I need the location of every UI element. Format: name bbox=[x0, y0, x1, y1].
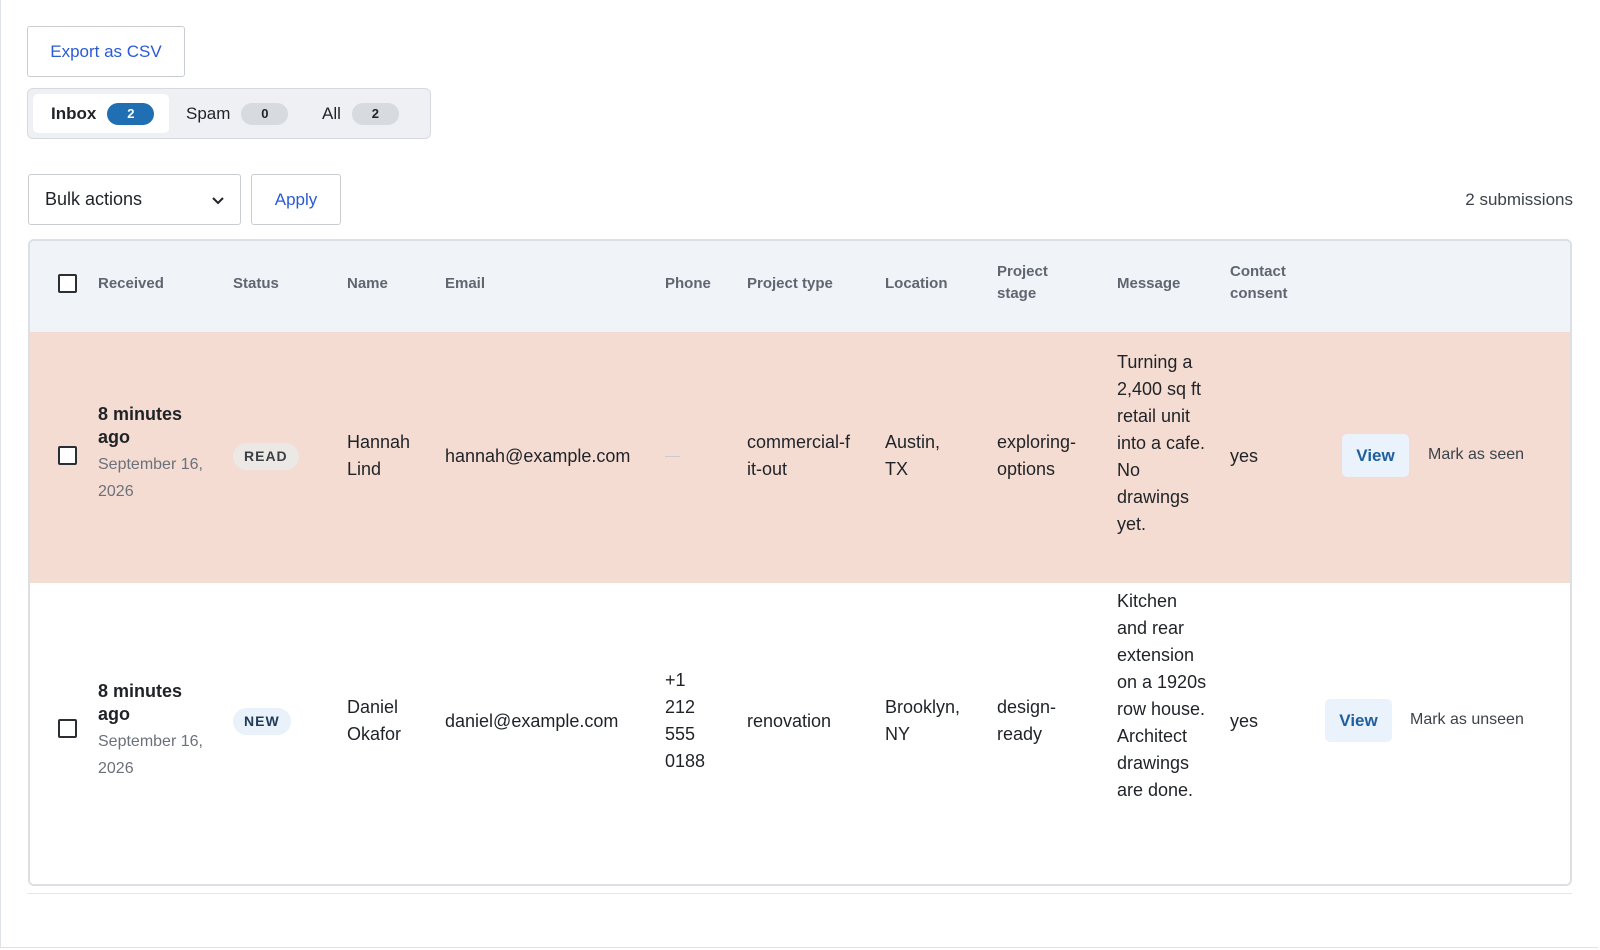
tab-spam-label: Spam bbox=[186, 103, 231, 123]
row-checkbox[interactable] bbox=[58, 719, 77, 738]
message-cell: Kitchen and rear extension on a 1920s ro… bbox=[1117, 591, 1207, 800]
tab-all[interactable]: All 2 bbox=[304, 94, 426, 133]
chevron-down-icon bbox=[212, 197, 224, 205]
filter-tabs: Inbox 2 Spam 0 All 2 bbox=[27, 88, 431, 139]
message-cell: Turning a 2,400 sq ft retail unit into a… bbox=[1117, 352, 1206, 534]
email-cell: hannah@example.com bbox=[445, 446, 631, 466]
tab-inbox[interactable]: Inbox 2 bbox=[33, 94, 169, 133]
col-contact-consent-line2: consent bbox=[1230, 285, 1288, 302]
status-badge: READ bbox=[233, 443, 299, 470]
col-status[interactable]: Status bbox=[233, 273, 279, 295]
location-cell: Austin, TX bbox=[885, 432, 941, 479]
apply-button[interactable]: Apply bbox=[251, 174, 341, 225]
bulk-actions-select[interactable]: Bulk actions bbox=[28, 174, 241, 225]
col-project-stage[interactable]: Project stage bbox=[997, 261, 1048, 305]
received-date: September 16, 2026 bbox=[98, 456, 203, 500]
tab-inbox-count: 2 bbox=[107, 102, 155, 125]
view-button[interactable]: View bbox=[1342, 434, 1409, 477]
project-type-cell: commercial-fit-out bbox=[747, 432, 851, 479]
col-project-stage-line1: Project bbox=[997, 263, 1048, 280]
col-project-stage-line2: stage bbox=[997, 285, 1037, 302]
col-location[interactable]: Location bbox=[885, 273, 948, 295]
export-csv-button[interactable]: Export as CSV bbox=[27, 26, 185, 77]
consent-cell: yes bbox=[1230, 711, 1259, 731]
tab-all-count: 2 bbox=[351, 102, 399, 125]
phone-cell: +1 212 555 0188 bbox=[665, 670, 706, 771]
consent-cell: yes bbox=[1230, 446, 1259, 466]
name-cell: Hannah Lind bbox=[347, 432, 411, 479]
tab-all-label: All bbox=[322, 103, 341, 123]
row-checkbox[interactable] bbox=[58, 446, 77, 465]
col-project-type[interactable]: Project type bbox=[747, 273, 833, 295]
submissions-table: Received Status Name Email Phone Project… bbox=[28, 239, 1572, 886]
received-relative: 8 minutes ago bbox=[98, 404, 183, 447]
phone-empty bbox=[665, 456, 680, 457]
col-phone[interactable]: Phone bbox=[665, 273, 711, 295]
submission-count: 2 submissions bbox=[1465, 190, 1573, 209]
mark-as-unseen-button[interactable]: Mark as unseen bbox=[1410, 711, 1524, 729]
mark-as-seen-button[interactable]: Mark as seen bbox=[1428, 446, 1524, 464]
tab-spam-count: 0 bbox=[241, 102, 289, 125]
select-all-checkbox[interactable] bbox=[58, 274, 77, 293]
view-button[interactable]: View bbox=[1325, 699, 1392, 742]
received-relative: 8 minutes ago bbox=[98, 681, 183, 724]
table-row[interactable]: 8 minutes ago September 16, 2026 NEW Dan… bbox=[30, 583, 1570, 884]
table-header: Received Status Name Email Phone Project… bbox=[30, 241, 1570, 333]
table-row[interactable]: 8 minutes ago September 16, 2026 READ Ha… bbox=[30, 332, 1570, 583]
received-date: September 16, 2026 bbox=[98, 733, 203, 777]
project-type-cell: renovation bbox=[747, 711, 832, 731]
col-received[interactable]: Received bbox=[98, 273, 164, 295]
name-cell: Daniel Okafor bbox=[347, 697, 402, 744]
tab-inbox-label: Inbox bbox=[51, 103, 97, 123]
status-badge: NEW bbox=[233, 708, 291, 735]
col-contact-consent-line1: Contact bbox=[1230, 263, 1286, 280]
email-cell: daniel@example.com bbox=[445, 711, 619, 731]
bulk-actions-value: Bulk actions bbox=[45, 189, 143, 209]
tab-spam[interactable]: Spam 0 bbox=[168, 94, 298, 133]
col-name[interactable]: Name bbox=[347, 273, 388, 295]
project-stage-cell: design-ready bbox=[997, 697, 1057, 744]
divider bbox=[27, 893, 1572, 894]
project-stage-cell: exploring-options bbox=[997, 432, 1077, 479]
col-contact-consent[interactable]: Contact consent bbox=[1230, 261, 1288, 305]
col-message[interactable]: Message bbox=[1117, 273, 1180, 295]
col-email[interactable]: Email bbox=[445, 273, 485, 295]
location-cell: Brooklyn, NY bbox=[885, 697, 961, 744]
